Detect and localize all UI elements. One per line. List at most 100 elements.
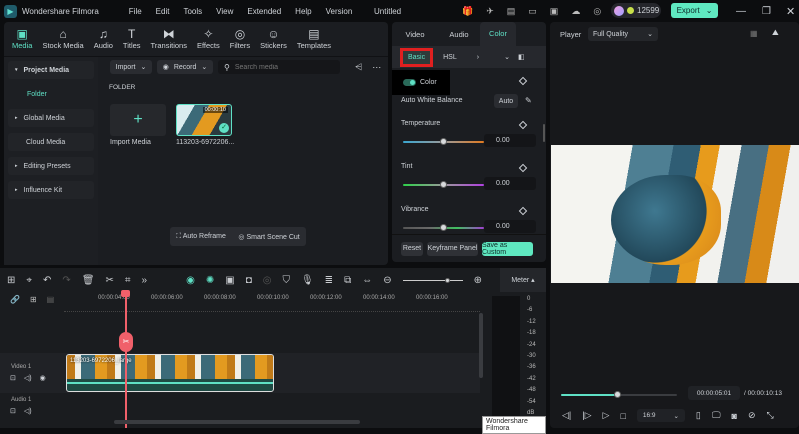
vibrance-slider[interactable] [403,224,484,231]
volume-icon[interactable]: ◁) [24,407,32,415]
support-icon[interactable]: ◎ [593,6,601,17]
grid-icon[interactable]: ▦ [750,29,758,38]
keyframe-diamond-icon[interactable] [518,76,528,86]
toolbar-stock-media[interactable]: ⌂ Stock Media [42,27,83,56]
tab-video[interactable]: Video [392,30,438,39]
filter-icon[interactable]: ⩤ [355,62,362,73]
layout-icon[interactable]: ⊞ [7,275,15,286]
delete-icon[interactable]: 🗑 [82,275,95,286]
reset-button[interactable]: Reset [401,241,423,256]
close-button[interactable]: ✕ [786,5,795,18]
aspect-ratio-dropdown[interactable]: 16:9 ⌄ [636,409,685,422]
credits-badge[interactable]: 12599 [611,3,661,18]
subtab-basic[interactable]: Basic [400,47,434,67]
menu-item-version[interactable]: Version [326,7,353,16]
undo-icon[interactable]: ↶ [43,275,51,286]
toolbar-effects[interactable]: ✧ Effects [197,27,220,56]
cloud-icon[interactable]: ☁ [571,6,580,17]
gift-icon[interactable]: 🎁 [462,6,473,17]
menu-item-file[interactable]: File [129,7,142,16]
compare-icon[interactable]: ◧ [518,53,525,61]
quality-dropdown[interactable]: Full Quality ⌄ [588,27,658,41]
toolbar-titles[interactable]: T Titles [123,27,141,56]
subtitle-track-icon[interactable]: ▤ [47,295,55,304]
playback-scrubber[interactable] [561,391,677,398]
render-icon[interactable]: ◎ [263,275,272,286]
zoom-slider[interactable] [402,277,463,283]
sidebar-item-editing-presets[interactable]: ▸ Editing Presets [8,157,94,175]
more-tools-icon[interactable]: » [142,275,148,286]
keyframe-diamond-icon[interactable] [518,163,528,173]
eyedropper-icon[interactable]: ✎ [525,96,532,105]
music-list-icon[interactable]: ≣ [325,275,333,286]
sidebar-item-folder[interactable]: Folder [8,85,94,103]
auto-reframe-button[interactable]: ⛶ Auto Reframe [176,233,226,241]
crop-icon[interactable]: ⌗ [125,275,131,286]
current-time[interactable]: 00:00:05:01 [688,386,740,400]
toolbar-filters[interactable]: ◎ Filters [230,27,250,56]
mark-icon[interactable]: ▯ [696,410,701,421]
volume-icon[interactable]: ◁) [24,374,32,382]
play-icon[interactable]: ▷ [603,410,610,421]
split-scissors-icon[interactable]: ✂ [119,332,133,352]
save-as-custom-button[interactable]: Save as Custom [482,241,533,256]
menu-item-help[interactable]: Help [295,7,311,16]
tint-slider[interactable] [403,181,484,188]
display-icon[interactable]: 🖵 [712,410,721,421]
meter-button[interactable]: Meter ▴ [500,268,546,292]
ai-copilot-icon[interactable]: ◉ [186,275,195,286]
menu-item-edit[interactable]: Edit [156,7,170,16]
sidebar-item-global-media[interactable]: ▸ Global Media [8,109,94,127]
color-toggle[interactable] [403,79,416,86]
bug-icon[interactable]: ✺ [206,275,214,286]
playhead-handle[interactable] [121,290,130,297]
clip-icon[interactable]: ▣ [225,275,234,286]
video-clip[interactable]: 113203-6972206_large [66,354,274,392]
minimize-button[interactable]: — [736,6,746,17]
search-bar[interactable]: ⚲ [218,60,340,74]
horizontal-scrollbar[interactable] [114,420,360,424]
import-media-button[interactable]: + [110,104,166,136]
next-frame-icon[interactable]: |▷ [582,410,591,421]
temperature-slider[interactable] [403,138,484,145]
playhead[interactable] [125,292,127,428]
sidebar-item-project-media[interactable]: ▾ Project Media [8,61,94,79]
mic-icon[interactable]: 🎙 [301,275,314,286]
auto-wb-button[interactable]: Auto [494,94,518,108]
lock-icon[interactable]: ⊡ [10,374,16,382]
search-input[interactable] [234,63,335,71]
scissors-icon[interactable]: ✂ [106,275,114,286]
prev-frame-icon[interactable]: ◁| [562,410,571,421]
shield-icon[interactable]: ⛉ [282,275,290,286]
vibrance-value-input[interactable]: 0.00 [484,220,536,233]
stop-icon[interactable]: □ [620,411,625,421]
select-icon[interactable]: ⌖ [26,275,32,286]
menu-item-tools[interactable]: Tools [183,7,202,16]
import-dropdown[interactable]: Import ⌄ [110,60,152,74]
audio-off-icon[interactable]: ⊘ [748,410,756,421]
snapshot-view-icon[interactable]: ⛰ [772,28,779,38]
keyframe-diamond-icon[interactable] [518,120,528,130]
vertical-scrollbar[interactable] [479,313,483,378]
link-icon[interactable]: 🔗 [10,295,20,304]
restore-button[interactable]: ❐ [762,6,771,17]
screen-record-icon[interactable]: ◘ [246,275,252,286]
camera-icon[interactable]: ◙ [732,411,737,421]
save-icon[interactable]: ▣ [550,6,559,17]
tint-value-input[interactable]: 0.00 [484,177,536,190]
toolbar-media[interactable]: ▣ Media [12,27,32,56]
tab-color[interactable]: Color [480,22,516,46]
media-clip-thumbnail[interactable]: 00:00:10 ✓ [176,104,232,136]
subtab-hsl[interactable]: HSL [443,54,457,61]
chevron-down-icon[interactable]: ⌄ [504,53,510,61]
notes-icon[interactable]: ▤ [507,6,516,17]
export-button[interactable]: Export ⌄ [671,3,718,18]
sidebar-item-cloud-media[interactable]: Cloud Media [8,133,94,151]
menu-item-extended[interactable]: Extended [247,7,281,16]
panel-scrollbar[interactable] [543,124,545,142]
fit-icon[interactable]: ⇔ [362,275,372,286]
tab-audio[interactable]: Audio [438,30,480,39]
toolbar-templates[interactable]: ▤ Templates [297,27,331,56]
keyframe-diamond-icon[interactable] [518,206,528,216]
lock-icon[interactable]: ⊡ [10,407,16,415]
